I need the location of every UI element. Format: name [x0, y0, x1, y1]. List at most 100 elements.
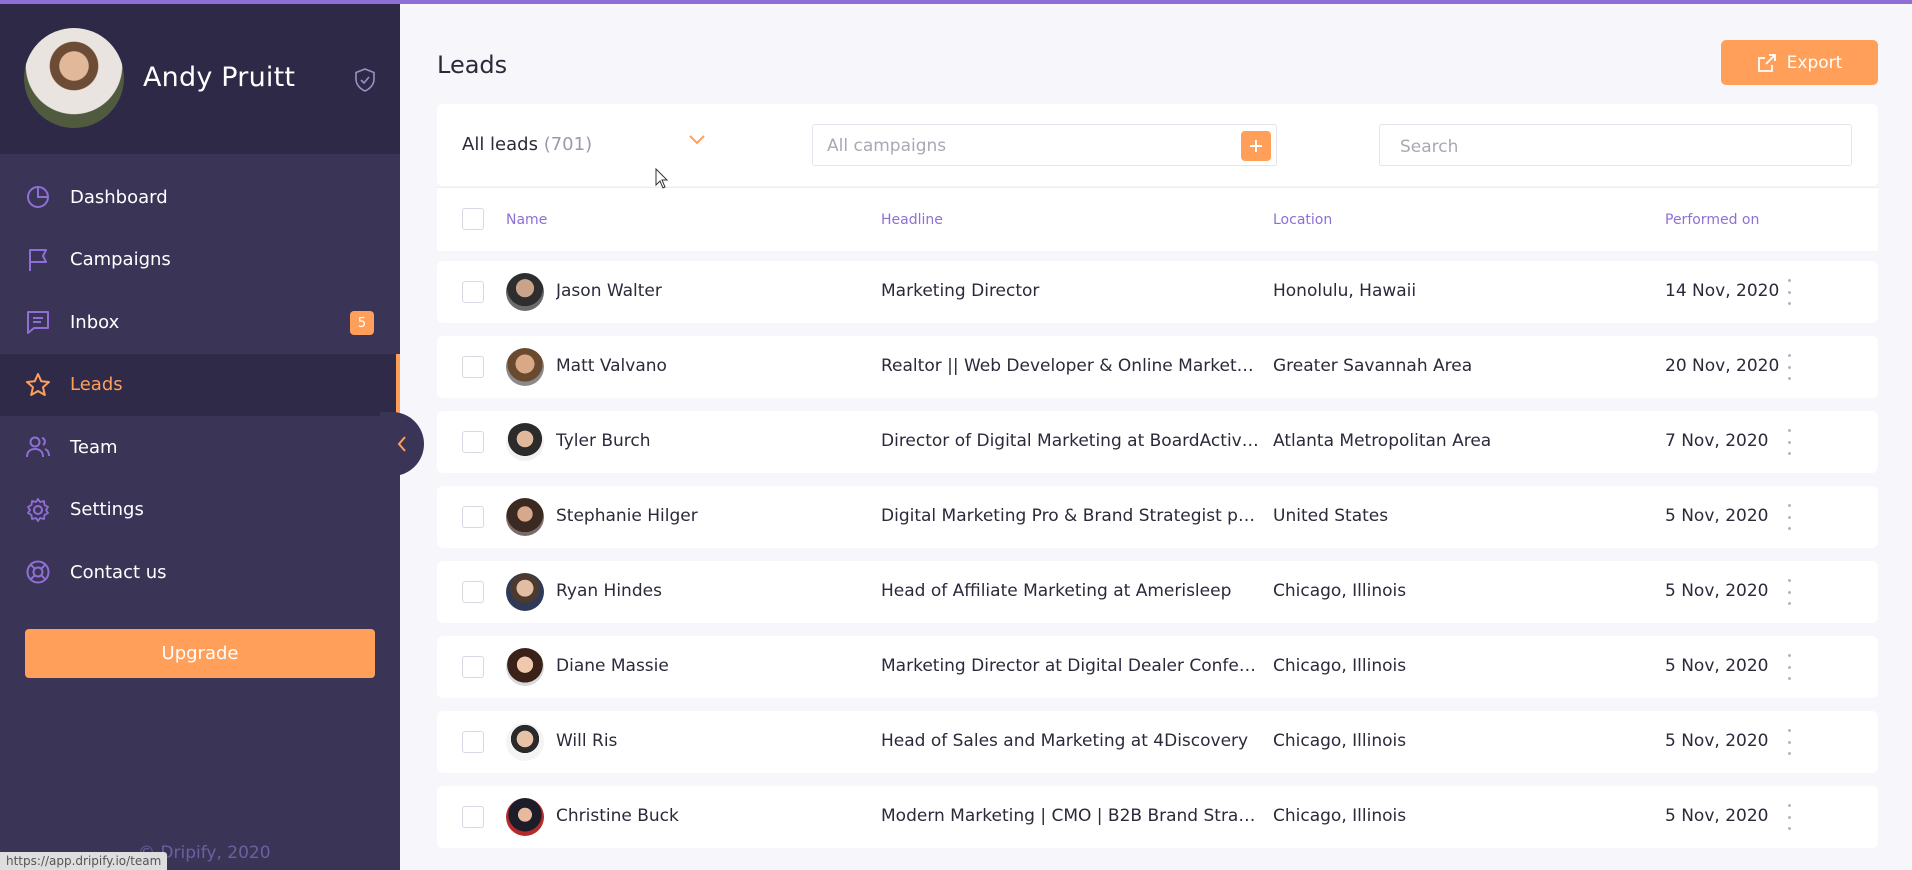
- search-input[interactable]: Search: [1379, 124, 1852, 166]
- more-vertical-icon[interactable]: [1779, 279, 1799, 305]
- sidebar: Andy Pruitt Dashboard Campaigns Inbox 5: [0, 0, 400, 870]
- filter-bar: All leads (701) All campaigns Search: [437, 104, 1878, 186]
- avatar: [506, 723, 544, 761]
- lead-headline: Head of Affiliate Marketing at Amerislee…: [881, 581, 1232, 601]
- lead-date: 5 Nov, 2020: [1665, 731, 1769, 751]
- add-campaign-button[interactable]: [1241, 131, 1271, 161]
- row-checkbox[interactable]: [462, 731, 484, 753]
- sidebar-item-label: Campaigns: [70, 249, 171, 271]
- star-icon: [25, 372, 51, 398]
- lead-location: United States: [1273, 506, 1389, 526]
- column-header-performed-on[interactable]: Performed on: [1665, 212, 1759, 228]
- sidebar-item-inbox[interactable]: Inbox 5: [0, 291, 400, 354]
- lead-headline: Realtor || Web Developer & Online Market…: [881, 356, 1259, 376]
- status-url: https://app.dripify.io/team: [0, 852, 168, 870]
- lead-name: Ryan Hindes: [556, 581, 662, 601]
- avatar: [506, 348, 544, 386]
- lead-name: Tyler Burch: [556, 431, 651, 451]
- row-checkbox[interactable]: [462, 806, 484, 828]
- avatar[interactable]: [24, 28, 124, 128]
- row-checkbox[interactable]: [462, 581, 484, 603]
- lead-date: 14 Nov, 2020: [1665, 281, 1780, 301]
- more-vertical-icon[interactable]: [1779, 579, 1799, 605]
- lead-location: Honolulu, Hawaii: [1273, 281, 1417, 301]
- table-row[interactable]: Diane Massie Marketing Director at Digit…: [437, 636, 1878, 698]
- top-accent-bar: [0, 0, 1912, 4]
- lead-name: Will Ris: [556, 731, 618, 751]
- table-row[interactable]: Stephanie Hilger Digital Marketing Pro &…: [437, 486, 1878, 548]
- export-button[interactable]: Export: [1721, 40, 1878, 85]
- row-checkbox[interactable]: [462, 356, 484, 378]
- sidebar-item-team[interactable]: Team: [0, 416, 400, 479]
- sidebar-item-label: Dashboard: [70, 186, 168, 208]
- sidebar-item-campaigns[interactable]: Campaigns: [0, 229, 400, 292]
- more-vertical-icon[interactable]: [1779, 504, 1799, 530]
- mouse-cursor-icon: [655, 168, 669, 189]
- lead-name: Matt Valvano: [556, 356, 667, 376]
- sidebar-item-contact-us[interactable]: Contact us: [0, 541, 400, 604]
- external-link-icon: [1757, 53, 1776, 72]
- lead-date: 20 Nov, 2020: [1665, 356, 1780, 376]
- more-vertical-icon[interactable]: [1779, 654, 1799, 680]
- campaigns-select[interactable]: All campaigns: [812, 124, 1277, 166]
- flag-icon: [25, 247, 51, 273]
- row-checkbox[interactable]: [462, 656, 484, 678]
- lead-location: Chicago, Illinois: [1273, 656, 1407, 676]
- lead-date: 7 Nov, 2020: [1665, 431, 1769, 451]
- sidebar-item-label: Leads: [70, 374, 123, 396]
- row-checkbox[interactable]: [462, 431, 484, 453]
- column-header-location[interactable]: Location: [1273, 212, 1332, 228]
- lead-location: Atlanta Metropolitan Area: [1273, 431, 1492, 451]
- plus-icon: [1250, 140, 1262, 152]
- sidebar-item-dashboard[interactable]: Dashboard: [0, 166, 400, 229]
- select-all-checkbox[interactable]: [462, 208, 484, 230]
- more-vertical-icon[interactable]: [1779, 804, 1799, 830]
- more-vertical-icon[interactable]: [1779, 729, 1799, 755]
- avatar: [506, 573, 544, 611]
- inbox-count-badge: 5: [350, 311, 374, 335]
- sidebar-item-label: Inbox: [70, 311, 120, 333]
- table-row[interactable]: Will Ris Head of Sales and Marketing at …: [437, 711, 1878, 773]
- avatar: [506, 648, 544, 686]
- column-header-name[interactable]: Name: [506, 212, 547, 228]
- row-checkbox[interactable]: [462, 506, 484, 528]
- chevron-down-icon[interactable]: [687, 133, 707, 147]
- lead-location: Chicago, Illinois: [1273, 731, 1407, 751]
- table-row[interactable]: Matt Valvano Realtor || Web Developer & …: [437, 336, 1878, 398]
- lead-name: Jason Walter: [556, 281, 662, 301]
- leads-table-body: Jason Walter Marketing Director Honolulu…: [437, 261, 1878, 861]
- sidebar-item-leads[interactable]: Leads: [0, 353, 400, 416]
- lead-headline: Modern Marketing | CMO | B2B Brand Strat…: [881, 806, 1259, 826]
- lead-headline: Digital Marketing Pro & Brand Strategist…: [881, 506, 1259, 526]
- gear-icon: [25, 497, 51, 523]
- profile-name: Andy Pruitt: [143, 62, 296, 93]
- shield-check-icon: [355, 68, 375, 92]
- leads-filter-label: All leads: [462, 134, 538, 155]
- page-title: Leads: [437, 51, 508, 79]
- lead-location: Greater Savannah Area: [1273, 356, 1473, 376]
- table-header: Name Headline Location Performed on: [437, 187, 1878, 251]
- avatar: [506, 798, 544, 836]
- sidebar-item-settings[interactable]: Settings: [0, 479, 400, 542]
- lead-headline: Director of Digital Marketing at BoardAc…: [881, 431, 1259, 451]
- pie-chart-icon: [25, 184, 51, 210]
- more-vertical-icon[interactable]: [1779, 354, 1799, 380]
- avatar: [506, 423, 544, 461]
- table-row[interactable]: Tyler Burch Director of Digital Marketin…: [437, 411, 1878, 473]
- lead-location: Chicago, Illinois: [1273, 806, 1407, 826]
- lifebuoy-icon: [25, 559, 51, 585]
- table-row[interactable]: Christine Buck Modern Marketing | CMO | …: [437, 786, 1878, 848]
- more-vertical-icon[interactable]: [1779, 429, 1799, 455]
- lead-date: 5 Nov, 2020: [1665, 806, 1769, 826]
- column-header-headline[interactable]: Headline: [881, 212, 943, 228]
- table-row[interactable]: Ryan Hindes Head of Affiliate Marketing …: [437, 561, 1878, 623]
- users-icon: [25, 434, 51, 460]
- search-placeholder: Search: [1400, 137, 1459, 157]
- table-row[interactable]: Jason Walter Marketing Director Honolulu…: [437, 261, 1878, 323]
- leads-filter-dropdown[interactable]: All leads (701): [462, 134, 592, 155]
- sidebar-item-label: Team: [70, 436, 118, 458]
- lead-name: Diane Massie: [556, 656, 669, 676]
- upgrade-button[interactable]: Upgrade: [25, 629, 375, 678]
- profile-header: Andy Pruitt: [0, 0, 400, 154]
- row-checkbox[interactable]: [462, 281, 484, 303]
